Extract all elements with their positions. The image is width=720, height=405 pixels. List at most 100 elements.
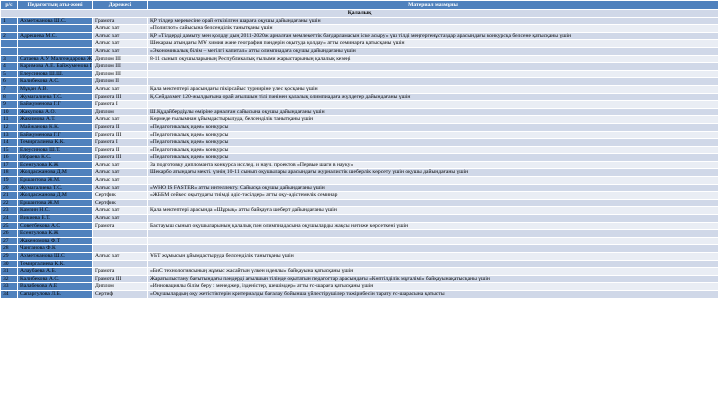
- award-degree: Алғыс хат: [92, 84, 148, 94]
- row-number: 30: [0, 259, 18, 269]
- award-degree: Диплом III: [92, 54, 148, 64]
- row-number: 27: [0, 236, 18, 246]
- award-degree: Грамота I: [92, 138, 148, 147]
- material-content: «Оқушылардың оқу жетістіктерін критериал…: [147, 289, 719, 299]
- row-number: 7: [0, 84, 18, 94]
- award-degree: Алғыс хат: [92, 39, 148, 48]
- table-row: 12 Майжанова К.К. Грамота II «Педагогикалық…: [0, 122, 719, 132]
- row-number: 2: [0, 31, 18, 41]
- row-number: 17: [0, 160, 18, 170]
- teacher-name: Ершаитова Ж.М: [17, 198, 93, 208]
- teacher-name: Жакимова А.Т.: [17, 115, 93, 124]
- table-row: Алғыс хат Шекараы атындағы МҰ химия және …: [0, 39, 719, 48]
- col-header-num: р/с: [0, 0, 18, 10]
- row-number: 9: [0, 100, 18, 109]
- teacher-name: Калибекова А.С.: [17, 274, 93, 284]
- material-content: Қ.Сейдахмет 120-жылдығына орай ағылшын т…: [147, 92, 719, 102]
- table-row: 17 Есенгулова К.Ж Алғыс хат За подготовку д…: [0, 160, 719, 170]
- material-content: Шекарбо атындағы мекті. үзнің 10-11 сыны…: [147, 168, 719, 178]
- row-number: 6: [0, 77, 18, 86]
- award-degree: Сертфик: [92, 191, 148, 200]
- material-content: «Полиглот» сайысына белсенділік танытқан…: [147, 24, 719, 33]
- table-row: 16 Ибраева К.С. Грамота III «Педагогикалық …: [0, 153, 719, 162]
- table-row: 21 Жолдасжанова Д.М Сертфик «ЖББМ сейкес оқ…: [0, 191, 719, 200]
- row-number: 26: [0, 229, 18, 238]
- teacher-name: Ахметжанова Ш.С: [17, 252, 93, 261]
- material-content: Ш.Құдайбердіұлы өміріне арналған сайысын…: [147, 107, 719, 117]
- material-content: Шекараы атындағы МҰ химия және география…: [147, 39, 719, 48]
- row-number: 22: [0, 198, 18, 208]
- teacher-name: Алаубаева А.Б.: [17, 267, 93, 276]
- teacher-name: Жумагалиева Т.С.: [17, 183, 93, 193]
- material-content: [147, 214, 719, 223]
- teacher-name: Темиргалиева К.К.: [17, 259, 93, 269]
- table-body: Қалалық 1 Ахметжанова Ш.С. Грамота ҚР тілде…: [0, 9, 719, 299]
- table-row: 8 Жумагалиева Т.С. Грамота III Қ.Сейдахмет …: [0, 92, 719, 102]
- table-row: 3 Сатаева А.У Малгеждарова Ж.С. Диплом III…: [0, 54, 719, 64]
- teacher-name: Жумагалиева Т.С.: [17, 92, 93, 102]
- slide: р/с Педагогтың аты-жөні Дәрежесі Материа…: [0, 0, 720, 405]
- award-degree: Диплом II: [92, 77, 148, 86]
- award-degree: Грамота III: [92, 153, 148, 162]
- table-row: 23 Камзин Н.С. Алғыс хат Қала мектептері ар…: [0, 206, 719, 216]
- table-row: 29 Ахметжанова Ш.С Алғыс хат ҰБТ жұмысын ұй…: [0, 252, 719, 261]
- teacher-name: Байжуменова Г.Г: [17, 130, 93, 140]
- award-degree: Грамота: [92, 267, 148, 276]
- material-content: «Экономикалық білім – мегілгі капитал» а…: [147, 46, 719, 56]
- row-number: 25: [0, 221, 18, 231]
- material-content: «Педагогикалық идея» конкурсы: [147, 138, 719, 147]
- row-number: 31: [0, 267, 18, 276]
- table-row: 18 Жолдасжанова Д.М Алғыс хат Шекарбо атынд…: [0, 168, 719, 178]
- award-degree: Алғыс хат: [92, 168, 148, 178]
- table-row: 19 Ершаитова Ж.М. Алғыс хат: [0, 176, 719, 185]
- row-number: [0, 24, 18, 33]
- teacher-name: Майжанова К.К.: [17, 122, 93, 132]
- teacher-name: Ахметжанова Ш.С.: [17, 16, 93, 26]
- award-degree: Алғыс хат: [92, 183, 148, 193]
- award-degree: Грамота II: [92, 145, 148, 155]
- teacher-name: Жолдасжанова Д.М: [17, 168, 93, 178]
- material-content: «Педагогикалық идея» конкурсы: [147, 153, 719, 162]
- col-header-content: Материал мазмұны: [147, 0, 719, 10]
- row-number: 29: [0, 252, 18, 261]
- table-row: Алғыс хат «Экономикалық білім – мегілгі к…: [0, 46, 719, 56]
- award-degree: Диплом III: [92, 62, 148, 71]
- table-row: 7 Мұқан А.В. Алғыс хат Қала мектептері арас…: [0, 84, 719, 94]
- teacher-name: Сатаева А.У Малгеждарова Ж.С.: [17, 54, 93, 64]
- table-row: 15 Елеусинова Ш.Т. Грамота II «Педагогикалы…: [0, 145, 719, 155]
- row-number: 19: [0, 176, 18, 185]
- material-content: Қала мектептері арасында «Шұрық» атты ба…: [147, 206, 719, 216]
- award-degree: Алғыс хат: [92, 252, 148, 261]
- row-number: 11: [0, 115, 18, 124]
- material-content: [147, 77, 719, 86]
- row-number: 28: [0, 244, 18, 253]
- award-degree: Диплом: [92, 107, 148, 117]
- table-row: 14 Темиргалиева К.К. Грамота I «Педагогикал…: [0, 138, 719, 147]
- table-row: 33 Валабекова А.Е Диплом «Инновациялы білім…: [0, 282, 719, 291]
- row-number: 5: [0, 69, 18, 79]
- table-row: 1 Ахметжанова Ш.С. Грамота ҚР тілдер мереке…: [0, 16, 719, 26]
- row-number: 15: [0, 145, 18, 155]
- awards-table: р/с Педагогтың аты-жөні Дәрежесі Материа…: [0, 0, 719, 299]
- row-number: 33: [0, 282, 18, 291]
- table-row: 10 Жакупова А.О. Диплом Ш.Құдайбердіұлы өмі…: [0, 107, 719, 117]
- table-row: 2 Адрешева М.С. Алғыс хат ҚР «Тілдерді дамы…: [0, 31, 719, 41]
- col-header-name: Педагогтың аты-жөні: [17, 0, 93, 10]
- row-number: 13: [0, 130, 18, 140]
- table-row: 32 Калибекова А.С. Грамота III Жаратылыстан…: [0, 274, 719, 284]
- material-content: [147, 229, 719, 238]
- award-degree: Грамота III: [92, 130, 148, 140]
- row-number: [0, 46, 18, 56]
- teacher-name: Калибекова А.С.: [17, 77, 93, 86]
- table-row: 9 Байжуменова Г.Г Грамота I: [0, 100, 719, 109]
- teacher-name: Каримова А.Е. Байжуменова Г.Г.: [17, 62, 93, 71]
- teacher-name: Мұқан А.В.: [17, 84, 93, 94]
- teacher-name: Елеусинова Ш.Т.: [17, 145, 93, 155]
- row-number: 12: [0, 122, 18, 132]
- table-row: 20 Жумагалиева Т.С. Алғыс хат «WHO IS FASTE…: [0, 183, 719, 193]
- award-degree: [92, 236, 148, 246]
- table-row: 5 Елеусинова Ш.Ш. Диплом III: [0, 69, 719, 79]
- material-content: [147, 244, 719, 253]
- material-content: ҰБТ жұмысын ұйымдастыруда белсенділік та…: [147, 252, 719, 261]
- table-row: Алғыс хат «Полиглот» сайысына белсенділік…: [0, 24, 719, 33]
